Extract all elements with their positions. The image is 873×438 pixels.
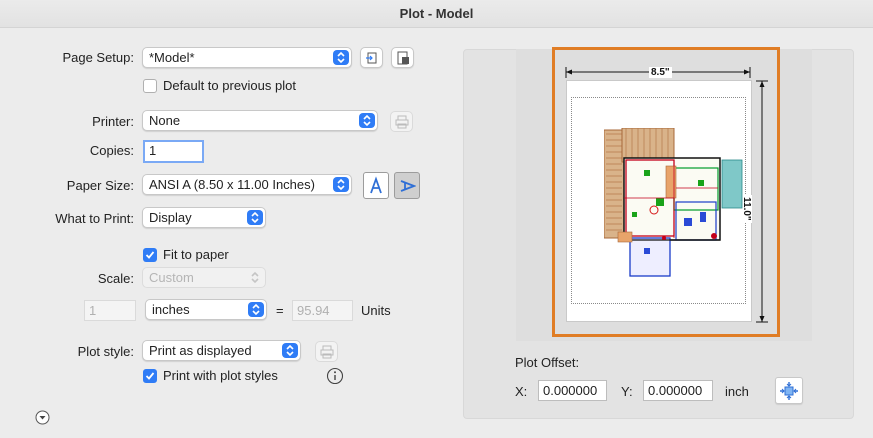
what-to-print-select[interactable]: Display — [142, 207, 266, 228]
default-previous-plot-checkbox[interactable]: Default to previous plot — [143, 78, 296, 93]
import-page-setup-button[interactable] — [360, 47, 383, 68]
chevron-updown-icon — [333, 50, 349, 65]
edit-plot-style-icon — [320, 345, 333, 358]
plot-style-select[interactable]: Print as displayed — [142, 340, 301, 361]
info-icon[interactable] — [326, 367, 344, 388]
paper-size-value: ANSI A (8.50 x 11.00 Inches) — [149, 177, 315, 192]
plot-style-label: Plot style: — [77, 344, 134, 359]
printer-icon — [395, 115, 408, 128]
page-setup-label: Page Setup: — [62, 50, 134, 65]
center-plot-icon — [780, 381, 798, 400]
preview-highlight-frame — [552, 47, 780, 337]
scale-unit-value: inches — [152, 302, 190, 317]
checkmark-icon — [143, 247, 157, 262]
scale-label: Scale: — [97, 271, 134, 286]
equals-sign: = — [276, 303, 284, 318]
chevron-updown-icon — [247, 270, 263, 285]
center-plot-button[interactable] — [775, 377, 803, 404]
chevron-updown-icon — [282, 343, 298, 358]
save-page-setup-button[interactable] — [391, 47, 414, 68]
printer-properties-button[interactable] — [390, 111, 413, 132]
fit-to-paper-label: Fit to paper — [163, 247, 229, 262]
default-previous-plot-label: Default to previous plot — [163, 78, 296, 93]
offset-unit-label: inch — [725, 384, 749, 399]
portrait-icon — [370, 175, 382, 193]
scale-drawing-units-input[interactable]: 95.94 — [292, 300, 353, 321]
printer-label: Printer: — [92, 114, 134, 129]
offset-y-label: Y: — [621, 384, 633, 399]
checkbox-box — [143, 78, 157, 93]
chevron-updown-icon — [248, 302, 264, 317]
window-title: Plot - Model — [0, 0, 873, 28]
scale-select[interactable]: Custom — [142, 267, 266, 288]
edit-plot-style-button[interactable] — [315, 341, 338, 362]
import-icon — [365, 52, 376, 63]
fit-to-paper-checkbox[interactable]: Fit to paper — [143, 247, 229, 262]
what-to-print-value: Display — [149, 210, 192, 225]
offset-x-input[interactable]: 0.000000 — [538, 380, 607, 401]
offset-y-input[interactable]: 0.000000 — [643, 380, 713, 401]
what-to-print-label: What to Print: — [55, 211, 134, 226]
copies-input[interactable]: 1 — [143, 140, 204, 163]
scale-paper-units-input[interactable]: 1 — [84, 300, 136, 321]
units-label: Units — [361, 303, 391, 318]
landscape-icon — [400, 179, 416, 192]
chevron-updown-icon — [333, 177, 349, 192]
landscape-orientation-button[interactable] — [394, 172, 420, 199]
checkmark-icon — [143, 368, 157, 383]
offset-x-label: X: — [515, 384, 528, 399]
chevron-updown-icon — [359, 113, 375, 128]
print-with-plot-styles-label: Print with plot styles — [163, 368, 278, 383]
scale-value: Custom — [149, 270, 194, 285]
copies-label: Copies: — [89, 143, 134, 158]
scale-unit-select[interactable]: inches — [145, 299, 267, 320]
print-with-plot-styles-checkbox[interactable]: Print with plot styles — [143, 368, 278, 383]
chevron-updown-icon — [247, 210, 263, 225]
page-setup-select[interactable]: *Model* — [142, 47, 352, 68]
plot-offset-label: Plot Offset: — [515, 355, 580, 370]
printer-select[interactable]: None — [142, 110, 378, 131]
disclosure-toggle-icon[interactable] — [35, 410, 50, 428]
printer-value: None — [149, 113, 181, 128]
save-icon — [397, 51, 409, 64]
portrait-orientation-button[interactable] — [363, 172, 389, 199]
paper-size-label: Paper Size: — [66, 178, 134, 193]
plot-style-value: Print as displayed — [149, 343, 252, 358]
paper-size-select[interactable]: ANSI A (8.50 x 11.00 Inches) — [142, 174, 352, 195]
page-setup-value: *Model* — [149, 50, 195, 65]
